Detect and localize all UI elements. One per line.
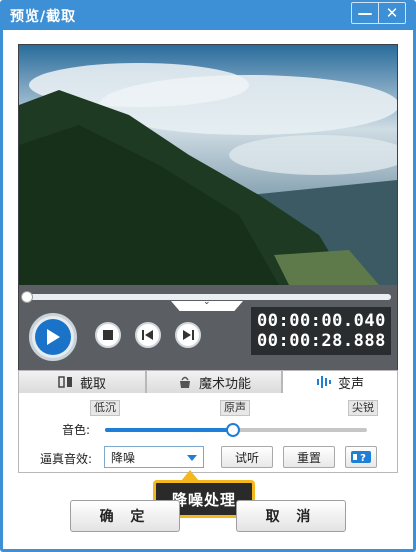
video-preview[interactable] bbox=[19, 45, 397, 285]
next-frame-button[interactable] bbox=[175, 322, 201, 348]
seek-thumb[interactable] bbox=[21, 291, 33, 303]
tab-trim[interactable]: 截取 bbox=[18, 370, 146, 394]
dropdown-arrow-icon bbox=[187, 455, 197, 461]
tab-magic[interactable]: 魔术功能 bbox=[146, 370, 282, 394]
tone-label: 音色: bbox=[62, 423, 91, 437]
pitch-sharp-tag: 尖锐 bbox=[348, 400, 378, 416]
effect-select-value: 降噪 bbox=[111, 450, 136, 465]
tab-magic-label: 魔术功能 bbox=[198, 376, 251, 392]
help-icon: ? bbox=[351, 451, 371, 464]
stop-icon bbox=[103, 330, 113, 340]
cancel-button[interactable]: 取 消 bbox=[236, 500, 346, 532]
effect-select[interactable]: 降噪 bbox=[104, 446, 204, 468]
help-button[interactable]: ? bbox=[345, 446, 377, 468]
magic-icon bbox=[179, 376, 190, 388]
preview-button[interactable]: 试听 bbox=[221, 446, 273, 468]
seek-bar-area: ⌄ bbox=[19, 285, 397, 311]
play-button[interactable] bbox=[29, 313, 77, 361]
seek-track[interactable] bbox=[25, 294, 391, 300]
timecode-display: 00:00:00.040 00:00:28.888 bbox=[251, 307, 391, 355]
tab-voice-change-label: 变声 bbox=[337, 376, 364, 392]
pitch-original-tag: 原声 bbox=[220, 400, 250, 416]
play-icon bbox=[47, 329, 60, 345]
total-time: 00:00:28.888 bbox=[257, 331, 386, 351]
trim-icon bbox=[58, 376, 72, 388]
step-back-icon bbox=[142, 330, 153, 340]
title-bar[interactable]: 预览/截取 — ✕ bbox=[0, 0, 416, 30]
step-forward-icon bbox=[183, 330, 194, 340]
tab-trim-label: 截取 bbox=[79, 376, 106, 392]
effect-label: 逼真音效: bbox=[40, 452, 93, 466]
feature-tabs: 截取 魔术功能 变声 bbox=[18, 370, 398, 394]
minimize-button[interactable]: — bbox=[352, 3, 378, 23]
stop-button[interactable] bbox=[95, 322, 121, 348]
tab-voice-change[interactable]: 变声 bbox=[282, 370, 398, 394]
previous-frame-button[interactable] bbox=[135, 322, 161, 348]
reset-button[interactable]: 重置 bbox=[283, 446, 335, 468]
voice-wave-icon bbox=[316, 376, 331, 388]
voice-change-panel: 低沉 原声 尖锐 音色: 逼真音效: 降噪 试听 重置 ? bbox=[18, 393, 398, 473]
dialog-body: ⌄ 00:00:00.040 00:00:28.888 截取 魔术功能 变声 低… bbox=[3, 30, 413, 549]
video-player: ⌄ 00:00:00.040 00:00:28.888 bbox=[18, 44, 398, 396]
pitch-low-tag: 低沉 bbox=[90, 400, 120, 416]
window-controls: — ✕ bbox=[351, 2, 406, 24]
confirm-button[interactable]: 确 定 bbox=[70, 500, 180, 532]
close-button[interactable]: ✕ bbox=[378, 3, 405, 23]
video-frame-image bbox=[19, 45, 397, 285]
current-time: 00:00:00.040 bbox=[257, 311, 386, 331]
pitch-slider-fill bbox=[105, 428, 233, 432]
pitch-slider-thumb[interactable] bbox=[226, 423, 240, 437]
dialog-window: 预览/截取 — ✕ ⌄ 00:00:00.040 00:00:28.888 截取… bbox=[0, 0, 416, 552]
window-title: 预览/截取 bbox=[10, 9, 77, 25]
svg-text:?: ? bbox=[360, 453, 366, 464]
